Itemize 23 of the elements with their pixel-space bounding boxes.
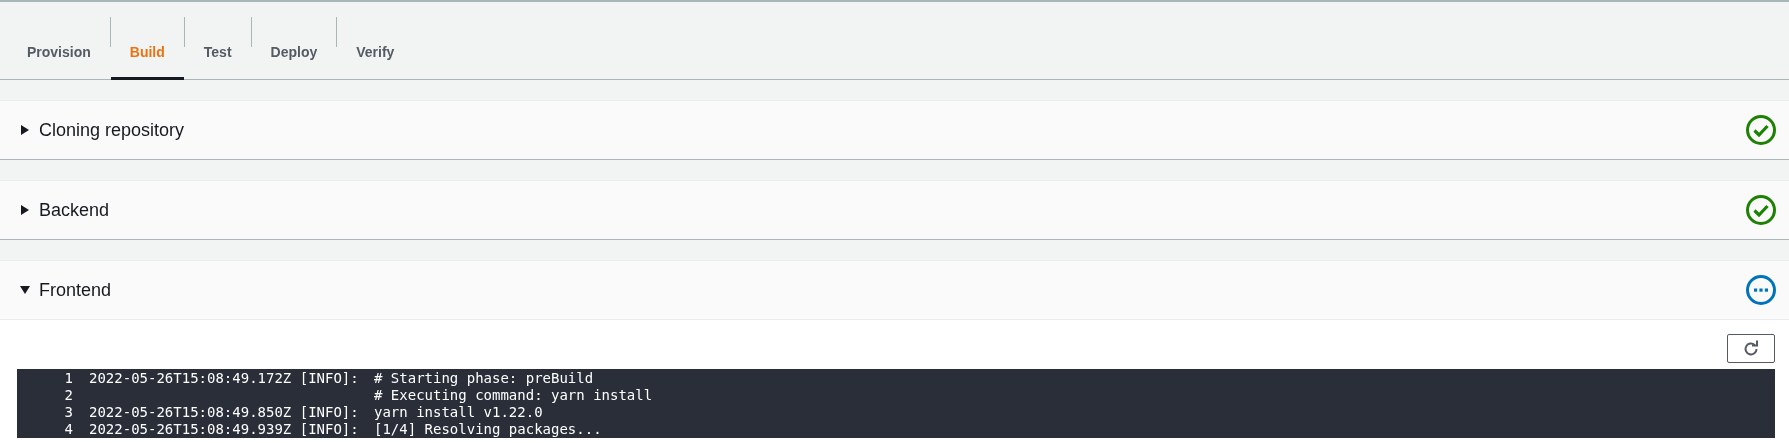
tab[interactable]: Test xyxy=(184,3,251,80)
log-timestamp: 2022-05-26T15:08:49.939Z [INFO]: xyxy=(89,421,360,438)
log-message: [1/4] Resolving packages... xyxy=(374,421,602,438)
tab[interactable]: Provision xyxy=(8,3,110,80)
log-timestamp: 2022-05-26T15:08:49.850Z [INFO]: xyxy=(89,404,360,421)
log-message: # Starting phase: preBuild xyxy=(374,370,594,387)
tab[interactable]: Deploy xyxy=(251,3,337,80)
section-toggle[interactable]: Cloning repository xyxy=(20,119,185,141)
tab[interactable]: Verify xyxy=(337,3,414,80)
check-circle-icon xyxy=(1745,114,1777,146)
refresh-icon xyxy=(1742,339,1760,358)
line-number: 4 xyxy=(63,421,74,438)
log-message: yarn install v1.22.0 xyxy=(374,404,543,421)
line-number: 1 xyxy=(63,370,74,387)
check-circle-icon xyxy=(1745,194,1777,226)
log-timestamp: 2022-05-26T15:08:49.172Z [INFO]: xyxy=(89,370,360,387)
refresh-button[interactable] xyxy=(1727,334,1775,363)
section-toggle[interactable]: Backend xyxy=(20,199,110,221)
line-number: 3 xyxy=(63,404,74,421)
more-circle-icon xyxy=(1745,274,1777,306)
line-number: 2 xyxy=(63,387,74,404)
log-message: # Executing command: yarn install xyxy=(374,387,653,404)
section-toggle[interactable]: Frontend xyxy=(20,279,112,301)
